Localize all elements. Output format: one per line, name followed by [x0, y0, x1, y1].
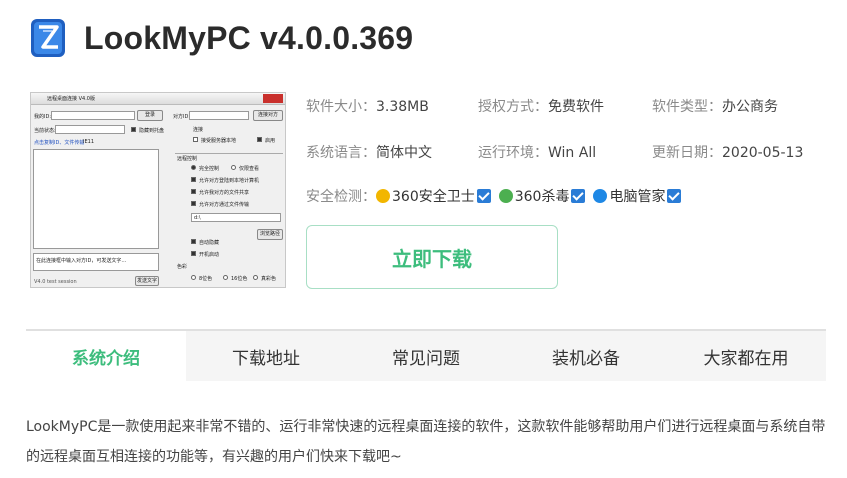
thumb-option-3: 允许我对方的文件共享	[199, 190, 250, 196]
thumb-accept-checkbox	[193, 137, 198, 142]
thumb-color-opt-1: 8位色	[199, 276, 213, 282]
tab-popular[interactable]: 大家都在用	[666, 331, 826, 381]
thumb-footer: V4.0 test session	[34, 279, 77, 285]
thumb-option-2: 允许对方登陆到本地计算机	[199, 178, 260, 184]
thumb-window-title: 远程桌面连接 V4.0版	[31, 93, 285, 105]
thumb-browse-button: 浏览路径	[257, 229, 283, 240]
intro-text: LookMyPC是一款使用起来非常不错的、运行非常快速的远程桌面连接的软件，这款…	[26, 419, 826, 465]
date-label: 更新日期：	[652, 145, 722, 161]
type-value: 办公商务	[722, 99, 778, 115]
thumb-autostart-label: 开机启动	[199, 252, 220, 258]
tab-download-address[interactable]: 下载地址	[186, 331, 346, 381]
thumb-enable-label: 启用	[265, 138, 276, 144]
lookmypc-app-icon	[31, 19, 65, 57]
thumb-autohide-checkbox	[191, 239, 196, 244]
thumb-opt2-checkbox	[191, 177, 196, 182]
thumb-enable-checkbox	[257, 137, 262, 142]
thumb-opt4-checkbox	[191, 201, 196, 206]
thumb-status-label: 当前状态:	[34, 128, 56, 134]
thumb-login-button: 登录	[137, 110, 163, 121]
info-lang: 系统语言：简体中文	[306, 142, 432, 162]
info-date: 更新日期：2020-05-13	[652, 142, 803, 162]
thumb-tray-checkbox	[131, 127, 136, 132]
thumb-remote-label: 远程控制	[177, 156, 198, 162]
safety-item-label: 电脑管家	[609, 189, 666, 205]
safety-pc-manager: 电脑管家	[593, 186, 682, 206]
license-value: 免费软件	[548, 99, 604, 115]
info-license: 授权方式：免费软件	[478, 96, 604, 116]
thumb-path-input: d:\	[191, 213, 281, 222]
env-label: 运行环境：	[478, 145, 548, 161]
thumb-option-view: 仅限查看	[239, 166, 260, 172]
thumb-chat-area	[33, 149, 159, 249]
thumb-option-full: 完全控制	[199, 166, 220, 172]
check-icon	[476, 189, 491, 203]
safety-360-guard: 360安全卫士	[376, 186, 491, 206]
env-value: Win All	[548, 145, 597, 161]
360-antivirus-icon	[498, 189, 513, 203]
date-value: 2020-05-13	[722, 145, 804, 161]
thumb-message-input: 在此连接框中输入对方ID，可发送文字…	[33, 253, 159, 271]
lang-label: 系统语言：	[306, 145, 376, 161]
safety-item-label: 360杀毒	[514, 189, 570, 205]
thumb-status-input	[55, 125, 125, 134]
thumb-my-id-label: 我的ID:	[34, 114, 52, 120]
type-label: 软件类型：	[652, 99, 722, 115]
check-icon	[667, 189, 682, 203]
thumb-color-label: 色彩	[177, 264, 188, 270]
tab-intro[interactable]: 系统介绍	[26, 331, 186, 381]
check-icon	[571, 189, 586, 203]
size-value: 3.38MB	[376, 99, 429, 115]
thumb-connect-button: 连接对方	[253, 110, 283, 121]
tab-essentials[interactable]: 装机必备	[506, 331, 666, 381]
tab-faq[interactable]: 常见问题	[346, 331, 506, 381]
pc-manager-shield-icon	[593, 189, 608, 203]
software-screenshot[interactable]: 远程桌面连接 V4.0版 我的ID: 登录 对方ID: 连接对方 当前状态: 隐…	[30, 92, 286, 288]
thumb-accept-label: 接受服务器本地	[201, 138, 237, 144]
thumb-color-radio-3	[253, 275, 258, 280]
thumb-color-radio-2	[223, 275, 228, 280]
content-tabs: 系统介绍 下载地址 常见问题 装机必备 大家都在用	[26, 329, 826, 381]
safety-label: 安全检测：	[306, 189, 376, 205]
size-label: 软件大小：	[306, 99, 376, 115]
app-title: LookMyPC v4.0.0.369	[84, 19, 414, 56]
thumb-connect-section: 连接	[193, 127, 204, 133]
thumb-option-4: 允许对方通过文件传输	[199, 202, 250, 208]
thumb-send-button: 发送文字	[135, 276, 159, 286]
thumb-color-radio-1	[191, 275, 196, 280]
page-header: LookMyPC v4.0.0.369	[30, 10, 413, 66]
safety-check: 安全检测： 360安全卫士 360杀毒 电脑管家	[306, 186, 689, 206]
info-type: 软件类型：办公商务	[652, 96, 778, 116]
thumb-peer-id-label: 对方ID:	[173, 114, 191, 120]
thumb-tray-label: 隐藏到托盘	[139, 128, 165, 134]
info-env: 运行环境：Win All	[478, 142, 596, 162]
safety-360-antivirus: 360杀毒	[498, 186, 586, 206]
thumb-close-icon	[263, 94, 283, 103]
thumb-autohide-label: 自动隐藏	[199, 240, 220, 246]
thumb-ie-label: IE11	[83, 139, 94, 145]
safety-item-label: 360安全卫士	[392, 189, 475, 205]
lang-value: 简体中文	[376, 145, 432, 161]
info-size: 软件大小：3.38MB	[306, 96, 429, 116]
thumb-autostart-checkbox	[191, 251, 196, 256]
thumb-peer-id-input	[189, 111, 249, 120]
360-guard-icon	[376, 189, 390, 203]
thumb-my-id-input	[51, 111, 135, 120]
thumb-color-opt-2: 16位色	[231, 276, 248, 282]
thumb-divider	[175, 153, 283, 154]
download-button[interactable]: 立即下载	[306, 225, 558, 289]
thumb-color-opt-3: 真彩色	[261, 276, 277, 282]
license-label: 授权方式：	[478, 99, 548, 115]
thumb-link-text: 点击复制ID、文件传输	[34, 140, 85, 146]
thumb-radio-full	[191, 165, 196, 170]
thumb-opt3-checkbox	[191, 189, 196, 194]
thumb-radio-view	[231, 165, 236, 170]
